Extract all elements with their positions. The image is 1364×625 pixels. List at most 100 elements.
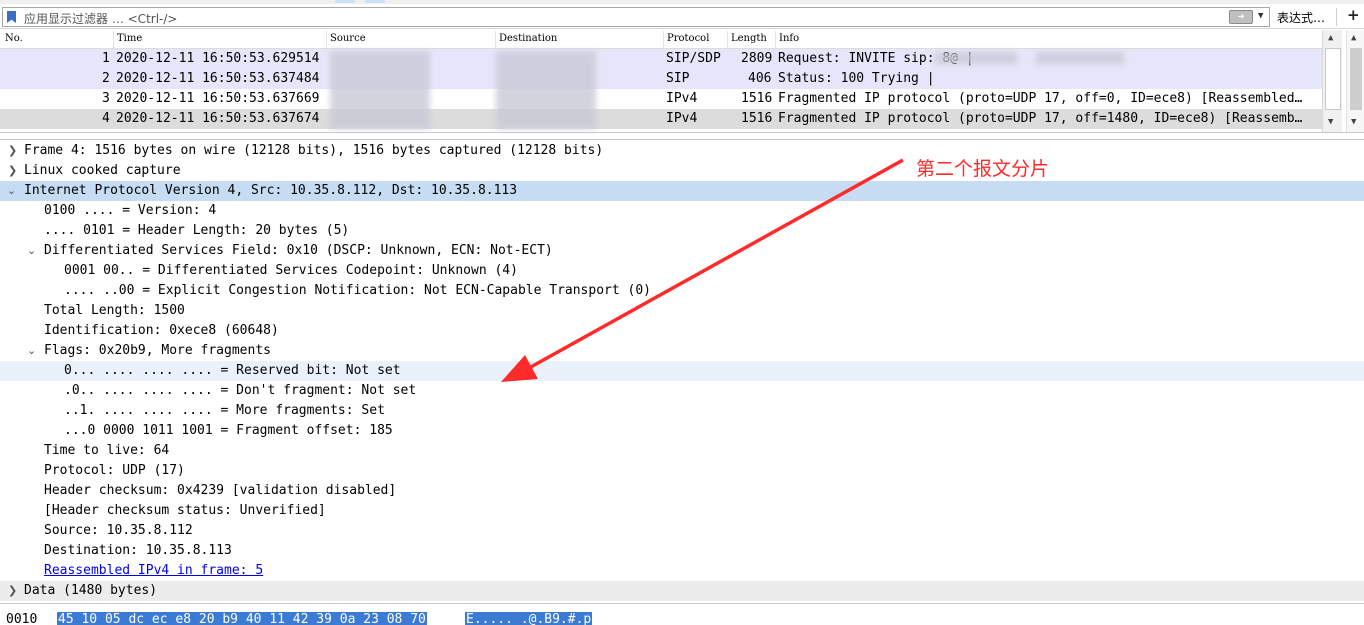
hex-offset: 0010 [6,612,38,625]
scroll-up-icon[interactable]: ▲ [1328,33,1333,43]
column-divider[interactable] [775,31,776,48]
tree-item-frame[interactable]: ❯ Frame 4: 1516 bytes on wire (12128 bit… [0,141,1364,161]
tree-item[interactable]: 0001 00.. = Differentiated Services Code… [0,261,1364,281]
scroll-down-icon[interactable]: ▼ [1351,117,1356,127]
packet-length: 1516 [741,91,773,106]
chevron-right-icon[interactable]: ❯ [8,144,17,157]
display-filter-input[interactable]: 应用显示过滤器 … <Ctrl-/> ➜ ▼ [2,7,1270,27]
tree-item[interactable]: Destination: 10.35.8.113 [0,541,1364,561]
tree-item[interactable]: .... 0101 = Header Length: 20 bytes (5) [0,221,1364,241]
tree-item[interactable]: Source: 10.35.8.112 [0,521,1364,541]
scroll-down-icon[interactable]: ▼ [1328,117,1333,127]
column-divider[interactable] [495,31,496,48]
column-header-destination[interactable]: Destination [499,33,557,44]
tree-item-label: 0001 00.. = Differentiated Services Code… [64,263,518,278]
tree-item-label: Header checksum: 0x4239 [validation disa… [44,483,397,498]
tree-item[interactable]: .... ..00 = Explicit Congestion Notifica… [0,281,1364,301]
tree-item-data[interactable]: ❯ Data (1480 bytes) [0,581,1364,601]
chevron-down-icon[interactable]: ⌄ [27,244,36,257]
tree-item-reassembled-link[interactable]: Reassembled IPv4 in frame: 5 [0,561,1364,581]
column-divider[interactable] [113,31,114,48]
column-header-info[interactable]: Info [779,33,799,44]
tree-item-label: 0... .... .... .... = Reserved bit: Not … [64,363,401,378]
column-divider[interactable] [663,31,664,48]
scrollbar-thumb[interactable] [1325,48,1341,110]
packet-protocol: SIP [666,71,690,86]
hex-ascii-selected[interactable]: E..... .@.B9.#.p [465,612,593,625]
tree-item-label: Source: 10.35.8.112 [44,523,193,538]
tree-item-label: Time to live: 64 [44,443,170,458]
packet-protocol: SIP/SDP [666,51,721,66]
packet-row[interactable]: 2 2020-12-11 16:50:53.637484 SIP 406 Sta… [0,69,1322,89]
tree-item-selected[interactable]: 0... .... .... .... = Reserved bit: Not … [0,361,1364,381]
tree-item[interactable]: ...0 0000 1011 1001 = Fragment offset: 1… [0,421,1364,441]
chevron-down-icon[interactable]: ⌄ [27,344,36,357]
tree-item-label: Frame 4: 1516 bytes on wire (12128 bits)… [24,143,604,158]
packet-no: 1 [102,51,110,66]
tree-item-label: Destination: 10.35.8.113 [44,543,232,558]
tree-item[interactable]: Header checksum: 0x4239 [validation disa… [0,481,1364,501]
scroll-up-icon[interactable]: ▲ [1351,33,1356,43]
column-divider[interactable] [326,31,327,48]
tree-item-label: Flags: 0x20b9, More fragments [44,343,271,358]
tree-item[interactable]: ..1. .... .... .... = More fragments: Se… [0,401,1364,421]
tree-item[interactable]: [Header checksum status: Unverified] [0,501,1364,521]
packet-length: 1516 [741,111,773,126]
reassembled-frame-link[interactable]: Reassembled IPv4 in frame: 5 [44,563,263,578]
divider [1336,8,1337,26]
tree-item-flags[interactable]: ⌄ Flags: 0x20b9, More fragments [0,341,1364,361]
column-divider[interactable] [727,31,728,48]
chevron-right-icon[interactable]: ❯ [8,164,17,177]
column-header-protocol[interactable]: Protocol [667,33,709,44]
tree-item-label: Differentiated Services Field: 0x10 (DSC… [44,243,553,258]
chevron-down-icon[interactable]: ⌄ [7,184,16,197]
chevron-down-icon[interactable]: ▼ [1258,11,1263,21]
tree-item[interactable]: Total Length: 1500 [0,301,1364,321]
filter-placeholder: 应用显示过滤器 … <Ctrl-/> [24,12,178,26]
tree-item-label: Total Length: 1500 [44,303,185,318]
tree-item-label: .... ..00 = Explicit Congestion Notifica… [64,283,651,298]
display-filter-bar: 应用显示过滤器 … <Ctrl-/> ➜ ▼ 表达式… + [0,5,1364,29]
packet-list-scrollbar[interactable]: ▲ ▼ [1322,30,1342,132]
packet-list: No. Time Source Destination Protocol Len… [0,30,1364,133]
tree-item-dsfield[interactable]: ⌄ Differentiated Services Field: 0x10 (D… [0,241,1364,261]
tree-item[interactable]: Time to live: 64 [0,441,1364,461]
redacted-sip-host [1036,52,1124,64]
packet-no: 3 [102,91,110,106]
tree-item-label: Linux cooked capture [24,163,181,178]
toolbar-tab-indicator [365,0,385,3]
column-header-length[interactable]: Length [731,33,767,44]
packet-protocol: IPv4 [666,91,698,106]
tree-item[interactable]: Identification: 0xece8 (60648) [0,321,1364,341]
column-header-source[interactable]: Source [330,33,366,44]
expression-button[interactable]: 表达式… [1277,9,1325,26]
packet-info: Fragmented IP protocol (proto=UDP 17, of… [778,111,1303,126]
apply-filter-button[interactable]: ➜ [1229,10,1253,24]
tree-item[interactable]: 0100 .... = Version: 4 [0,201,1364,221]
tree-item[interactable]: .0.. .... .... .... = Don't fragment: No… [0,381,1364,401]
scrollbar-thumb[interactable] [1350,48,1362,110]
hex-bytes-selected[interactable]: 45 10 05 dc ec e8 20 b9 40 11 42 39 0a 2… [57,612,427,625]
packet-details-tree: ❯ Frame 4: 1516 bytes on wire (12128 bit… [0,139,1364,601]
packet-no: 4 [102,111,110,126]
toolbar-tab-indicator [335,0,355,3]
packet-time: 2020-12-11 16:50:53.637669 [116,91,320,106]
chevron-right-icon[interactable]: ❯ [8,584,17,597]
redacted-source [330,51,430,129]
packet-time: 2020-12-11 16:50:53.637484 [116,71,320,86]
packet-no: 2 [102,71,110,86]
tree-item[interactable]: Protocol: UDP (17) [0,461,1364,481]
column-header-time[interactable]: Time [117,33,142,44]
redacted-sip-uri [935,52,1017,64]
column-header-no[interactable]: No. [5,33,23,44]
packet-row-selected[interactable]: 4 2020-12-11 16:50:53.637674 IPv4 1516 F… [0,109,1322,129]
packet-length: 2809 [741,51,773,66]
packet-info: Status: 100 Trying | [778,71,935,86]
add-filter-button[interactable]: + [1347,6,1360,24]
annotation-label: 第二个报文分片 [916,158,1050,180]
packet-list-outer-scrollbar[interactable]: ▲ ▼ [1346,30,1364,132]
tree-item-linux-cooked[interactable]: ❯ Linux cooked capture [0,161,1364,181]
bookmark-icon[interactable] [7,11,16,23]
packet-row[interactable]: 3 2020-12-11 16:50:53.637669 IPv4 1516 F… [0,89,1322,109]
tree-item-ipv4[interactable]: ⌄ Internet Protocol Version 4, Src: 10.3… [0,181,1364,201]
